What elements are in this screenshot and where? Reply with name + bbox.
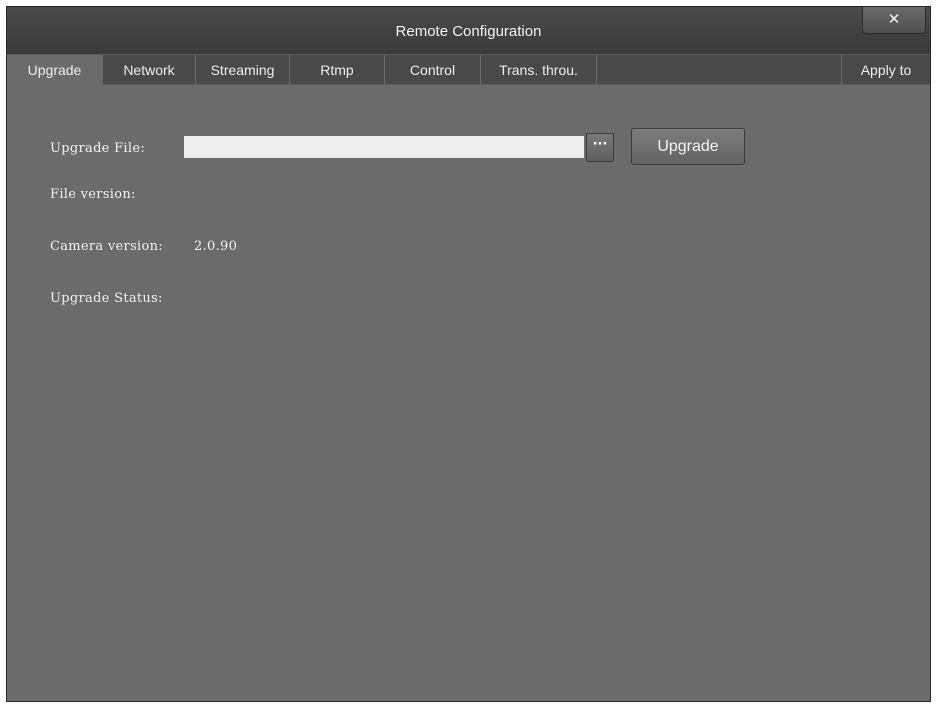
file-version-label: File version: [50,187,136,202]
close-icon: ✕ [887,10,901,28]
remote-configuration-window: Remote Configuration ✕ Upgrade Network S… [6,6,931,702]
camera-version-label: Camera version: [50,239,163,254]
tab-control[interactable]: Control [385,55,481,85]
camera-version-value: 2.0.90 [194,239,238,254]
window-title: Remote Configuration [395,23,542,40]
tab-bar: Upgrade Network Streaming Rtmp Control T… [7,54,930,85]
browse-button[interactable]: ··· [586,133,614,162]
tab-rtmp[interactable]: Rtmp [290,55,385,85]
tab-trans-throu[interactable]: Trans. throu. [481,55,597,85]
ellipsis-icon: ··· [592,137,608,152]
apply-to-button[interactable]: Apply to [841,55,930,85]
upgrade-file-label: Upgrade File: [50,141,146,156]
tab-network[interactable]: Network [103,55,196,85]
upgrade-panel: Upgrade File: ··· Upgrade File version: … [7,85,930,701]
close-button[interactable]: ✕ [862,7,926,34]
upgrade-button[interactable]: Upgrade [631,128,745,165]
upgrade-status-label: Upgrade Status: [50,291,163,306]
upgrade-file-input[interactable] [184,136,584,158]
tab-upgrade[interactable]: Upgrade [7,55,103,85]
title-bar[interactable]: Remote Configuration ✕ [7,7,930,54]
tab-streaming[interactable]: Streaming [196,55,290,85]
